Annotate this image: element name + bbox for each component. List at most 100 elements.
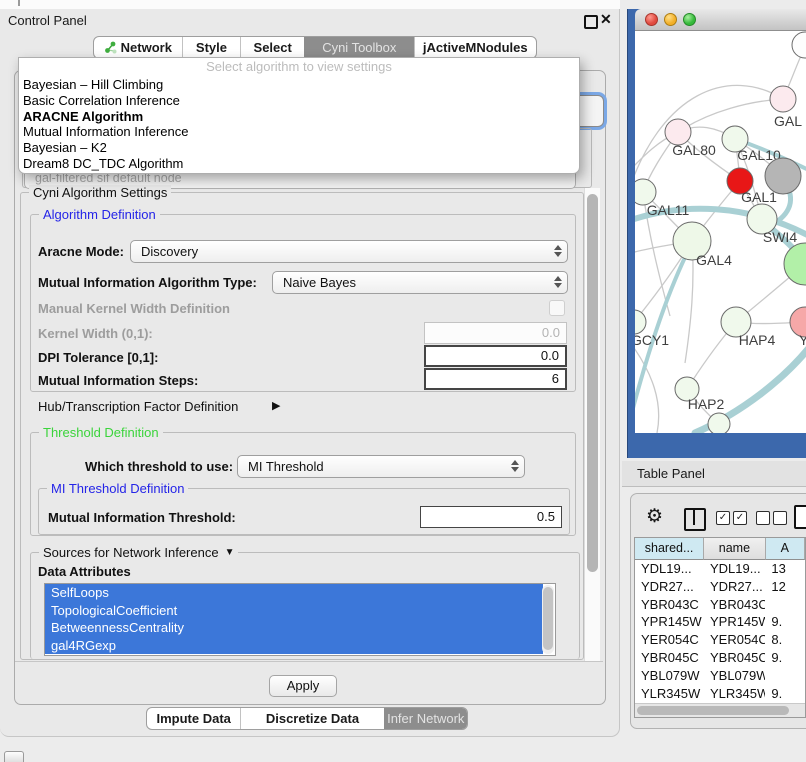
settings-scrollbar-thumb[interactable] (587, 194, 598, 572)
mi-type-value: Naive Bayes (283, 275, 356, 290)
network-node-gcy1[interactable] (635, 310, 646, 334)
table-row[interactable]: YBL079WYBL079W (635, 667, 805, 685)
table-cell: 8. (765, 631, 805, 649)
data-attributes-list[interactable]: SelfLoopsTopologicalCoefficientBetweenne… (44, 583, 556, 656)
network-node[interactable] (708, 413, 730, 433)
algorithm-popup-list: Bayesian – Hill ClimbingBasic Correlatio… (19, 77, 579, 172)
deselect-checkbox-icon-2[interactable] (773, 511, 787, 525)
mi-steps-field[interactable]: 6 (424, 368, 567, 390)
float-window-icon[interactable] (584, 15, 598, 29)
table-cell: YBL079W (704, 667, 765, 685)
manual-kernel-label: Manual Kernel Width Definition (38, 301, 230, 316)
algorithm-option[interactable]: Bayesian – Hill Climbing (19, 77, 579, 93)
tab-network-label: Network (121, 40, 172, 55)
network-node[interactable] (792, 32, 806, 58)
columns-icon[interactable] (684, 508, 706, 531)
sources-collapse-icon[interactable]: ▼ (225, 547, 235, 558)
table-row[interactable]: YPR145WYPR145W9. (635, 613, 805, 631)
tab-discretize-data[interactable]: Discretize Data (240, 708, 383, 729)
algorithm-option[interactable]: Basic Correlation Inference (19, 93, 579, 109)
network-window-titlebar[interactable] (635, 9, 806, 31)
algorithm-option[interactable]: ARACNE Algorithm (19, 109, 579, 125)
table-row[interactable]: YBR045CYBR045C9. (635, 649, 805, 667)
table-cell: YER054C (635, 631, 704, 649)
tab-style[interactable]: Style (182, 37, 241, 58)
algorithm-option[interactable]: Dream8 DC_TDC Algorithm (19, 156, 579, 172)
algorithm-option[interactable]: Bayesian – K2 (19, 140, 579, 156)
table-row[interactable]: YBR043CYBR043C (635, 596, 805, 614)
tab-impute-data[interactable]: Impute Data (147, 708, 240, 729)
attribute-item[interactable]: gal4RGexp (45, 637, 543, 655)
close-window-icon[interactable]: ✕ (600, 11, 612, 28)
minimize-traffic-light-icon[interactable] (664, 13, 677, 26)
dpi-tolerance-field[interactable]: 0.0 (424, 345, 567, 367)
kernel-width-field[interactable]: 0.0 (424, 322, 567, 344)
table-cell (765, 596, 805, 614)
node-table: shared... name A YDL19...YDL19...13YDR27… (634, 537, 806, 718)
column-header-shared-name[interactable]: shared... (635, 538, 704, 560)
select-all-checkbox-icon[interactable]: ✓ (716, 511, 730, 525)
control-panel-title: Control Panel (8, 13, 87, 28)
table-cell: YLR345W (635, 685, 704, 703)
table-cell: YER054C (704, 631, 765, 649)
close-traffic-light-icon[interactable] (645, 13, 658, 26)
bottom-corner-button[interactable] (4, 751, 24, 762)
node-label: GAL4 (696, 252, 732, 268)
table-cell: YPR145W (635, 613, 704, 631)
which-threshold-select[interactable]: MI Threshold (237, 455, 525, 478)
tab-jactivemnodules[interactable]: jActiveMNodules (414, 37, 536, 58)
tab-infer-network[interactable]: Infer Network (384, 708, 467, 729)
apply-button[interactable]: Apply (269, 675, 337, 697)
attributes-scrollbar-thumb[interactable] (543, 587, 553, 650)
table-hscrollbar-thumb[interactable] (637, 706, 789, 715)
data-attributes-label: Data Attributes (38, 564, 131, 579)
column-header-name[interactable]: name (704, 538, 766, 560)
table-hscrollbar[interactable] (635, 703, 805, 717)
aracne-mode-select[interactable]: Discovery (130, 240, 568, 263)
control-panel-tabs: Network Style Select Cyni Toolbox jActiv… (93, 36, 537, 59)
tab-impute-data-label: Impute Data (157, 711, 231, 726)
network-view-canvas[interactable]: GALGAL80GAL10GAL1GAL11SWI4GAL4GCY1HAP4YH… (635, 31, 806, 433)
file-icon[interactable] (794, 505, 806, 529)
table-row[interactable]: YER054CYER054C8. (635, 631, 805, 649)
table-cell: YBR043C (635, 596, 704, 614)
algorithm-option[interactable]: Mutual Information Inference (19, 124, 579, 140)
table-cell: YLR345W (704, 685, 765, 703)
manual-kernel-checkbox[interactable] (549, 300, 565, 316)
attribute-item[interactable]: SelfLoops (45, 584, 543, 602)
mi-threshold-field[interactable]: 0.5 (420, 506, 562, 528)
settings-scrollbar[interactable] (584, 188, 600, 661)
algorithm-dropdown-popup: Select algorithm to view settings Bayesi… (18, 57, 580, 174)
table-row[interactable]: YDR27...YDR27...12 (635, 578, 805, 596)
network-node-gal[interactable] (770, 86, 796, 112)
settings-pane-divider (15, 661, 603, 662)
node-label: GAL1 (741, 189, 777, 205)
zoom-traffic-light-icon[interactable] (683, 13, 696, 26)
node-label: HAP4 (739, 332, 776, 348)
table-row[interactable]: YLR345WYLR345W9. (635, 685, 805, 703)
deselect-checkbox-icon[interactable] (756, 511, 770, 525)
attribute-item[interactable]: BetweennessCentrality (45, 619, 543, 637)
node-label: GAL (774, 113, 802, 129)
tab-jactivemnodules-label: jActiveMNodules (423, 40, 528, 55)
attributes-scrollbar[interactable] (542, 585, 554, 654)
stepper-icon (511, 460, 519, 472)
gear-icon[interactable]: ⚙ (646, 505, 663, 528)
table-row[interactable]: YDL19...YDL19...13 (635, 560, 805, 578)
tab-network[interactable]: Network (94, 37, 182, 58)
attribute-item[interactable]: TopologicalCoefficient (45, 602, 543, 620)
stepper-icon (554, 276, 562, 288)
mi-type-select[interactable]: Naive Bayes (272, 271, 568, 294)
mi-steps-label: Mutual Information Steps: (38, 373, 198, 388)
tab-style-label: Style (196, 40, 227, 55)
tab-select-label: Select (254, 40, 292, 55)
which-threshold-label: Which threshold to use: (85, 459, 233, 474)
tab-select[interactable]: Select (240, 37, 304, 58)
select-all-checkbox-icon-2[interactable]: ✓ (733, 511, 747, 525)
hub-disclosure-icon[interactable]: ▶ (272, 399, 280, 412)
column-header-partial[interactable]: A (766, 538, 805, 560)
stepper-icon (554, 245, 562, 257)
tab-cyni-toolbox[interactable]: Cyni Toolbox (304, 37, 414, 58)
table-cell: YPR145W (704, 613, 765, 631)
network-node[interactable] (765, 158, 801, 194)
